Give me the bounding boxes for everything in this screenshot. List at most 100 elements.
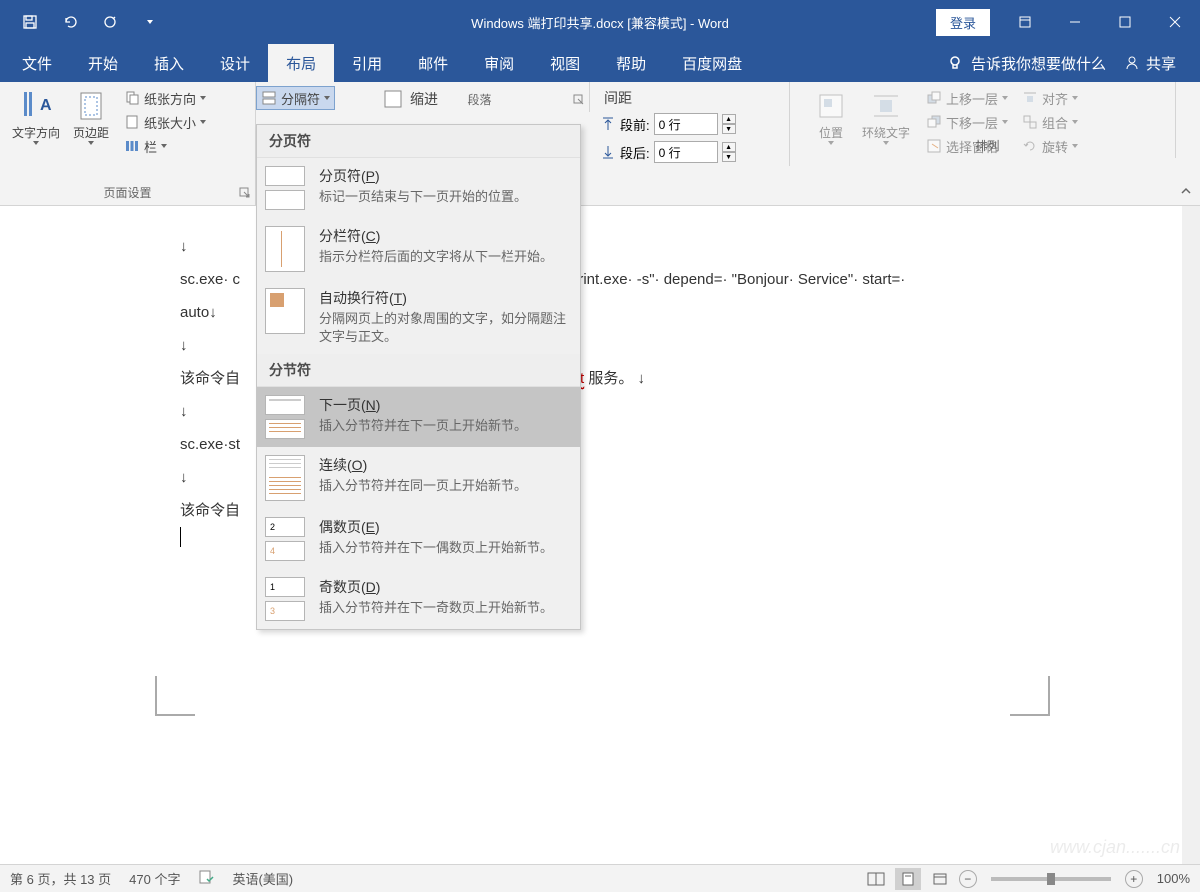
page-corner-bottom-left <box>155 676 195 716</box>
tell-me-input[interactable]: 告诉我你想要做什么 <box>947 53 1106 74</box>
break-odd-page[interactable]: 13 奇数页(D)插入分节符并在下一奇数页上开始新节。 <box>257 569 580 629</box>
page-setup-launcher[interactable] <box>239 187 251 199</box>
collapse-ribbon-button[interactable] <box>1178 183 1194 199</box>
status-language[interactable]: 英语(美国) <box>232 869 293 888</box>
text-direction-button[interactable]: A 文字方向 <box>6 86 66 149</box>
margins-button[interactable]: 页边距 <box>66 86 116 149</box>
close-button[interactable] <box>1150 0 1200 44</box>
zoom-slider[interactable] <box>991 877 1111 881</box>
break-next-page[interactable]: 下一页(N)插入分节符并在下一页上开始新节。 <box>257 387 580 447</box>
document-area[interactable]: ↓ sc.exe· cprint.exe· -s"· depend=· "Bon… <box>0 206 1200 864</box>
breaks-button[interactable]: 分隔符 <box>256 86 335 110</box>
breaks-menu: 分页符 分页符(P)标记一页结束与下一页开始的位置。 分栏符(C)指示分栏符后面… <box>256 124 581 630</box>
break-column[interactable]: 分栏符(C)指示分栏符后面的文字将从下一栏开始。 <box>257 218 580 280</box>
spacing-after-up[interactable]: ▲ <box>722 142 736 152</box>
spacing-after-label: 段后: <box>620 143 650 162</box>
break-even-page[interactable]: 24 偶数页(E)插入分节符并在下一偶数页上开始新节。 <box>257 509 580 569</box>
tab-references[interactable]: 引用 <box>334 44 400 82</box>
zoom-thumb[interactable] <box>1047 873 1055 885</box>
spacing-after-input[interactable]: 0 行 <box>654 141 718 163</box>
group-arrange: 位置 环绕文字 上移一层 下移一层 选择窗格 对齐 组合 旋转 排列 <box>800 82 1176 158</box>
ribbon: A 文字方向 页边距 纸张方向 纸张大小 栏 页面设置 分隔符 缩进 段落 间距 <box>0 82 1200 206</box>
view-read-mode[interactable] <box>863 868 889 890</box>
spacing-after-down[interactable]: ▼ <box>722 152 736 162</box>
svg-text:A: A <box>40 97 52 114</box>
tab-mailings[interactable]: 邮件 <box>400 44 466 82</box>
paragraph-launcher[interactable] <box>573 94 585 106</box>
break-page[interactable]: 分页符(P)标记一页结束与下一页开始的位置。 <box>257 158 580 218</box>
tab-review[interactable]: 审阅 <box>466 44 532 82</box>
group-page-setup: A 文字方向 页边距 纸张方向 纸张大小 栏 页面设置 <box>0 82 256 205</box>
tab-layout[interactable]: 布局 <box>268 44 334 82</box>
spacing-before-up[interactable]: ▲ <box>722 114 736 124</box>
send-backward-button[interactable]: 下移一层 <box>922 110 1012 134</box>
minimize-button[interactable] <box>1050 0 1100 44</box>
lightbulb-icon <box>947 55 963 71</box>
section-breaks-header: 分节符 <box>257 354 580 387</box>
wrap-icon <box>870 90 902 122</box>
redo-button[interactable] <box>90 0 130 44</box>
login-button[interactable]: 登录 <box>936 9 990 36</box>
read-mode-icon <box>867 872 885 886</box>
tab-home[interactable]: 开始 <box>70 44 136 82</box>
align-icon <box>1022 90 1038 106</box>
group-button[interactable]: 组合 <box>1018 110 1082 134</box>
tab-design[interactable]: 设计 <box>202 44 268 82</box>
columns-button[interactable]: 栏 <box>120 134 210 158</box>
break-continuous[interactable]: 连续(O)插入分节符并在同一页上开始新节。 <box>257 447 580 509</box>
position-icon <box>815 90 847 122</box>
share-button[interactable]: 共享 <box>1124 53 1176 74</box>
tab-view[interactable]: 视图 <box>532 44 598 82</box>
group-spacing: 间距 段前: 0 行 ▲▼ 段后: 0 行 ▲▼ <box>590 82 790 166</box>
status-spell-check[interactable] <box>198 869 214 888</box>
page-setup-label: 页面设置 <box>0 182 255 205</box>
tab-insert[interactable]: 插入 <box>136 44 202 82</box>
columns-icon <box>124 138 140 154</box>
continuous-break-icon <box>265 455 305 501</box>
page-break-icon <box>265 166 305 186</box>
break-text-wrap[interactable]: 自动换行符(T)分隔网页上的对象周围的文字，如分隔题注文字与正文。 <box>257 280 580 354</box>
breaks-icon <box>261 90 277 106</box>
tab-help[interactable]: 帮助 <box>598 44 664 82</box>
bring-forward-button[interactable]: 上移一层 <box>922 86 1012 110</box>
spacing-label: 间距 <box>596 86 783 110</box>
zoom-out-button[interactable]: − <box>959 870 977 888</box>
undo-button[interactable] <box>50 0 90 44</box>
column-break-icon <box>265 226 305 272</box>
qat-customize[interactable] <box>130 0 170 44</box>
status-bar: 第 6 页，共 13 页 470 个字 英语(美国) − + 100% <box>0 864 1200 892</box>
bring-forward-icon <box>926 90 942 106</box>
page-size-icon <box>124 114 140 130</box>
spacing-after-icon <box>600 144 616 160</box>
spacing-before-down[interactable]: ▼ <box>722 124 736 134</box>
title-bar: Windows 端打印共享.docx [兼容模式] - Word 登录 <box>0 0 1200 44</box>
vertical-scrollbar[interactable] <box>1182 206 1200 864</box>
arrange-label: 排列 <box>800 135 1175 158</box>
save-button[interactable] <box>10 0 50 44</box>
text-direction-icon: A <box>20 90 52 122</box>
view-web-layout[interactable] <box>927 868 953 890</box>
ribbon-tabs: 文件 开始 插入 设计 布局 引用 邮件 审阅 视图 帮助 百度网盘 告诉我你想… <box>0 44 1200 82</box>
align-button[interactable]: 对齐 <box>1018 86 1082 110</box>
spacing-before-label: 段前: <box>620 115 650 134</box>
page-breaks-header: 分页符 <box>257 125 580 158</box>
status-word-count[interactable]: 470 个字 <box>129 869 180 888</box>
ribbon-options-button[interactable] <box>1000 0 1050 44</box>
zoom-in-button[interactable]: + <box>1125 870 1143 888</box>
orientation-button[interactable]: 纸张方向 <box>120 86 210 110</box>
tab-baidu[interactable]: 百度网盘 <box>664 44 760 82</box>
status-page[interactable]: 第 6 页，共 13 页 <box>10 869 111 888</box>
group-paragraph: 缩进 段落 <box>370 82 590 112</box>
paragraph-label: 段落 <box>370 89 589 112</box>
orientation-icon <box>124 90 140 106</box>
view-print-layout[interactable] <box>895 868 921 890</box>
window-title: Windows 端打印共享.docx [兼容模式] - Word <box>471 13 729 32</box>
spacing-before-input[interactable]: 0 行 <box>654 113 718 135</box>
tab-file[interactable]: 文件 <box>4 44 70 82</box>
size-button[interactable]: 纸张大小 <box>120 110 210 134</box>
web-layout-icon <box>932 871 948 887</box>
print-layout-icon <box>900 871 916 887</box>
proofing-icon <box>198 869 214 885</box>
zoom-level[interactable]: 100% <box>1157 871 1190 886</box>
maximize-button[interactable] <box>1100 0 1150 44</box>
